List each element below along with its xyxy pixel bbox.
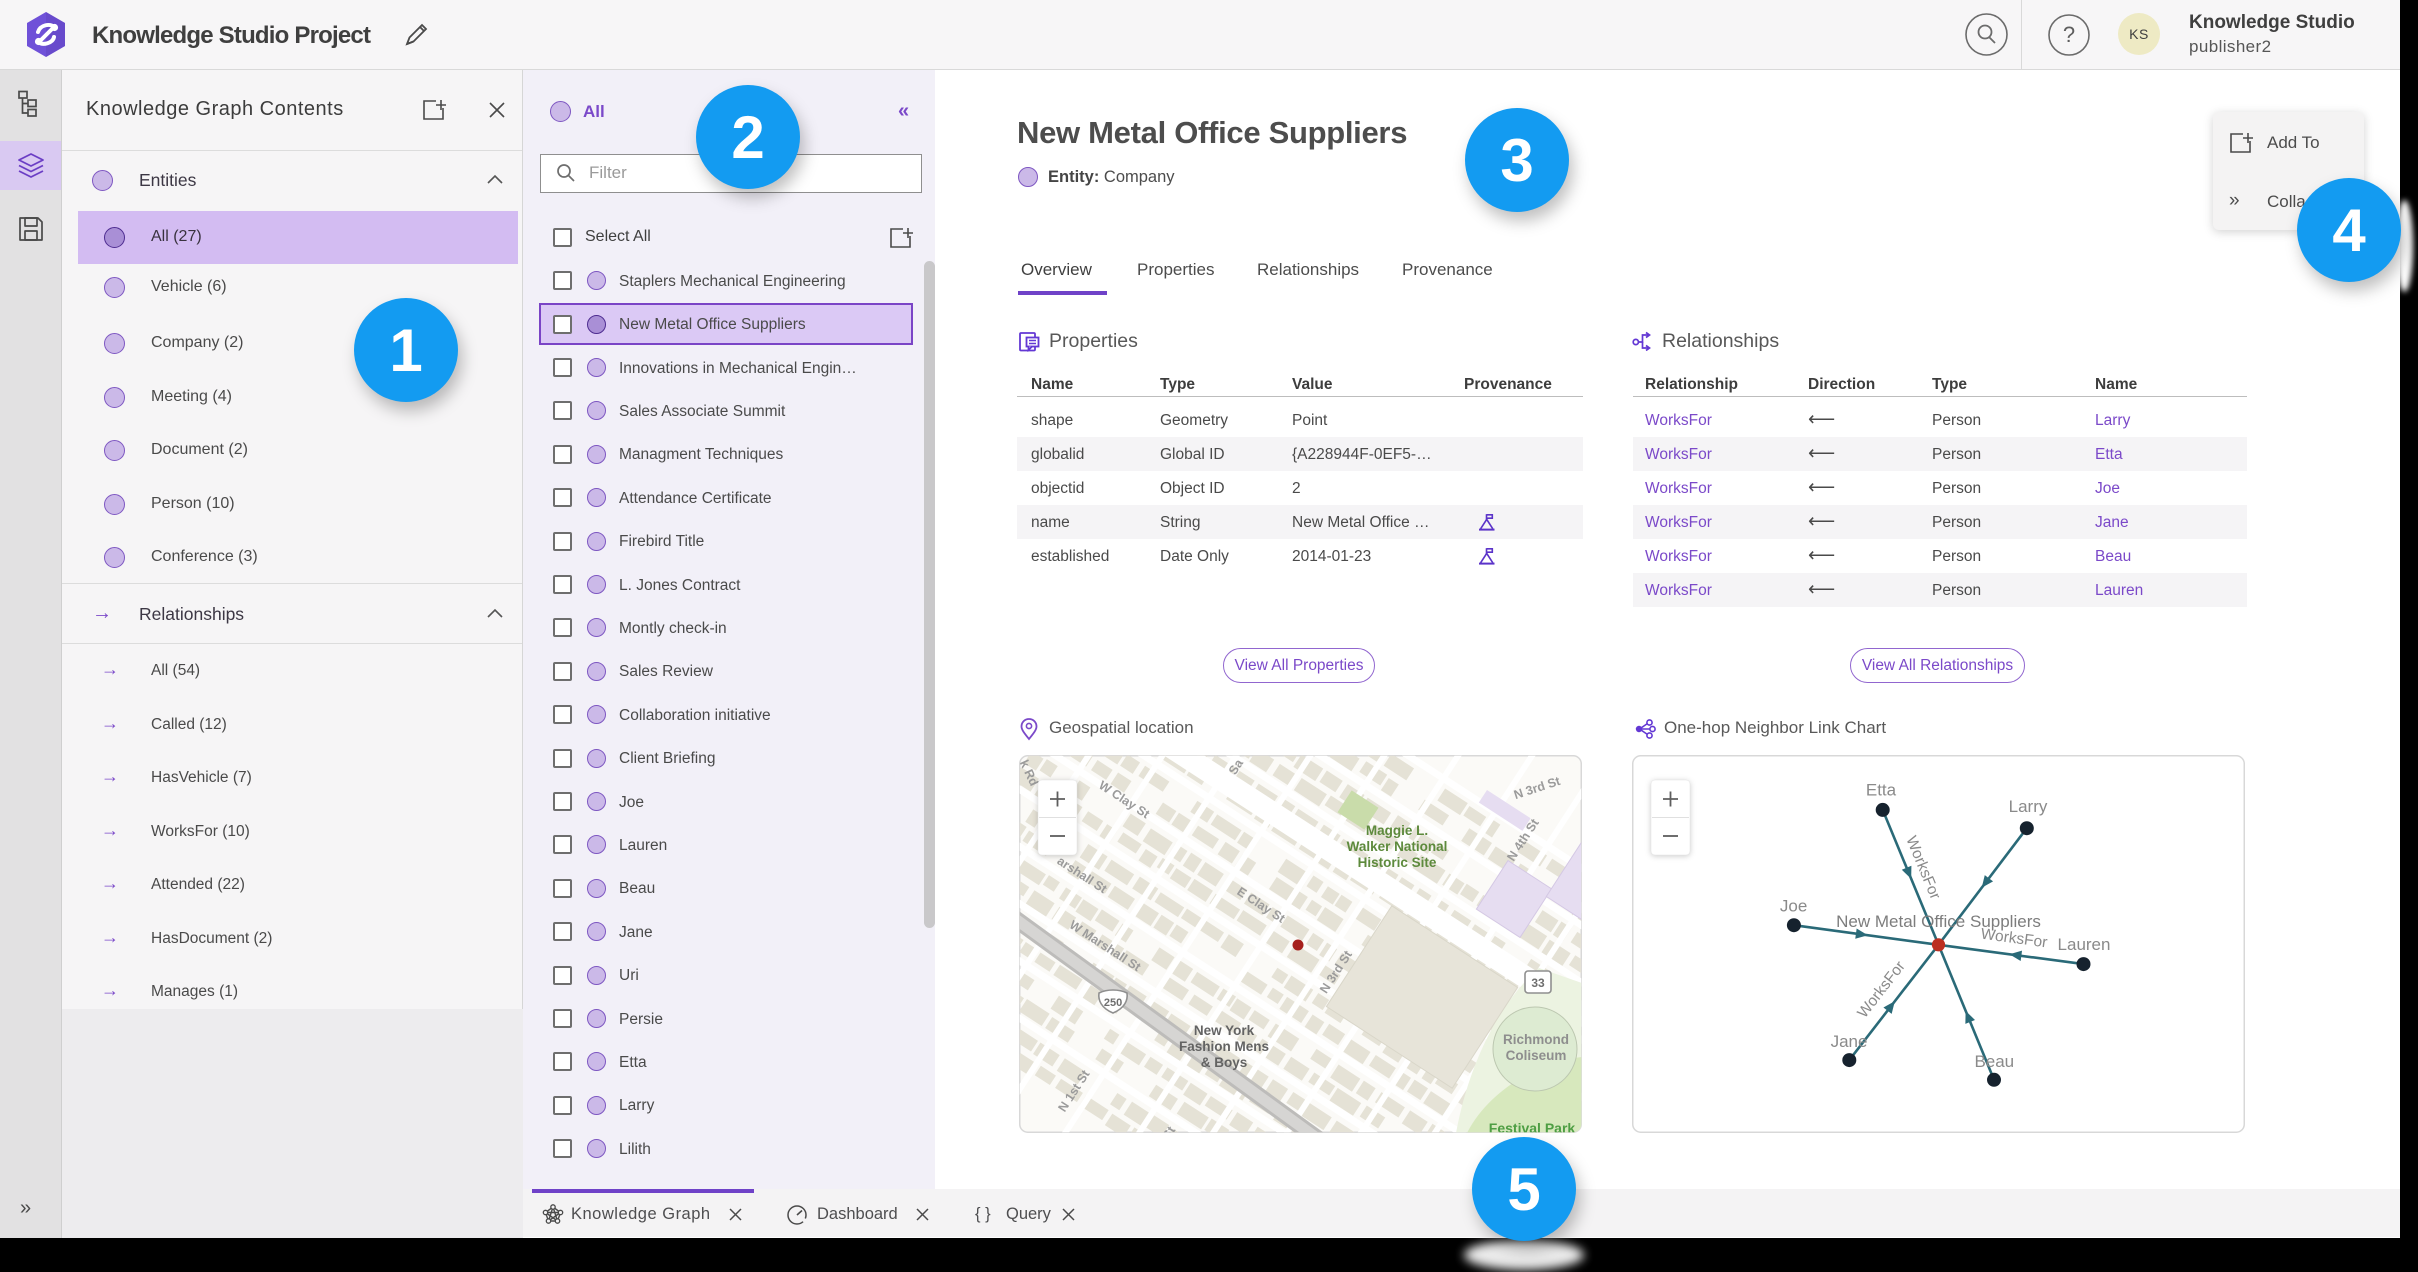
svg-text:Larry: Larry: [2009, 797, 2048, 816]
svg-text:New York: New York: [1194, 1023, 1255, 1038]
svg-text:Beau: Beau: [1974, 1052, 2014, 1071]
svg-text:?: ?: [2063, 22, 2075, 47]
svg-text:33: 33: [1531, 976, 1545, 990]
svg-text:Festival Park: Festival Park: [1489, 1120, 1576, 1133]
svg-text:Etta: Etta: [1866, 781, 1897, 800]
svg-text:Joe: Joe: [1780, 897, 1807, 916]
svg-text:Maggie L.: Maggie L.: [1366, 823, 1428, 838]
svg-text:Coliseum: Coliseum: [1506, 1048, 1567, 1063]
svg-text:Richmond: Richmond: [1503, 1032, 1569, 1047]
svg-text:New Metal Office Suppliers: New Metal Office Suppliers: [1836, 912, 2041, 931]
svg-text:Historic Site: Historic Site: [1358, 855, 1437, 870]
svg-text:Fashion Mens: Fashion Mens: [1179, 1039, 1269, 1054]
svg-text:Walker National: Walker National: [1347, 839, 1448, 854]
svg-text:Jane: Jane: [1831, 1032, 1868, 1051]
svg-text:Lauren: Lauren: [2058, 935, 2111, 954]
svg-text:& Boys: & Boys: [1201, 1055, 1248, 1070]
svg-text:250: 250: [1104, 997, 1122, 1009]
